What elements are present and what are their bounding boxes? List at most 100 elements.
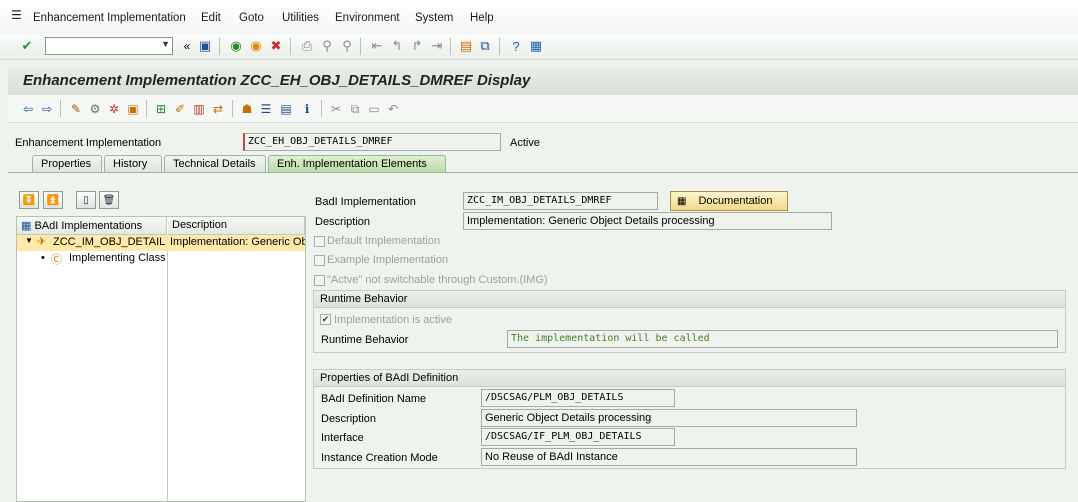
arrow-left-icon[interactable]: ⇦ bbox=[20, 101, 36, 117]
paste-icon[interactable]: ▭ bbox=[366, 101, 382, 117]
default-implementation-checkbox[interactable] bbox=[314, 236, 325, 247]
prev-page-icon[interactable]: ↰ bbox=[388, 37, 406, 55]
back-icon[interactable]: ◉ bbox=[227, 37, 245, 55]
chevron-down-icon[interactable]: ▼ bbox=[161, 39, 170, 49]
definition-description-label: Description bbox=[321, 413, 377, 425]
shortcut-icon[interactable]: ⧉ bbox=[476, 37, 494, 55]
delete-button[interactable]: 🗑 bbox=[99, 191, 119, 209]
create-button[interactable]: ▯ bbox=[76, 191, 96, 209]
menu-enhancement-implementation[interactable]: Enhancement Implementation bbox=[33, 12, 186, 24]
tab-history[interactable]: History bbox=[104, 155, 162, 173]
menu-utilities[interactable]: Utilities bbox=[282, 12, 319, 24]
double-left-icon[interactable]: « bbox=[178, 37, 196, 55]
print-icon[interactable]: ⎙ bbox=[298, 37, 316, 55]
menu-system[interactable]: System bbox=[415, 12, 453, 24]
example-implementation-label: Example Implementation bbox=[327, 254, 449, 266]
tab-technical-details[interactable]: Technical Details bbox=[164, 155, 266, 173]
collapse-all-icon: ⏫ bbox=[46, 194, 60, 206]
documentation-button[interactable]: ▦ Documentation bbox=[670, 191, 788, 211]
align-icon[interactable]: ☰ bbox=[258, 101, 274, 117]
title-bar: Enhancement Implementation ZCC_EH_OBJ_DE… bbox=[8, 67, 1078, 95]
tree-column-header-implementations[interactable]: ▦ BAdI Implementations bbox=[17, 217, 167, 235]
exit-icon[interactable]: ◉ bbox=[247, 37, 265, 55]
tab-properties[interactable]: Properties bbox=[32, 155, 102, 173]
cancel-icon[interactable]: ✖ bbox=[267, 37, 285, 55]
command-field[interactable]: ▼ bbox=[45, 37, 173, 55]
expand-triangle-icon[interactable]: ▼ bbox=[25, 236, 33, 245]
collapse-all-button[interactable]: ⏫ bbox=[43, 191, 63, 209]
table-icon[interactable]: ▤ bbox=[278, 101, 294, 117]
menu-edit[interactable]: Edit bbox=[201, 12, 221, 24]
standard-toolbar: ✔ ▼ « ▣ ◉ ◉ ✖ ⎙ ⚲ ⚲ ⇤ ↰ ↱ ⇥ ▤ ⧉ ? ▦ bbox=[0, 34, 1078, 60]
magic-wand-icon[interactable]: ✐ bbox=[172, 101, 188, 117]
bullet-icon: • bbox=[41, 252, 45, 264]
tree-column-header-description[interactable]: Description bbox=[168, 217, 305, 235]
description-label: Description bbox=[315, 216, 371, 228]
navigation-icon[interactable]: ⇄ bbox=[210, 101, 226, 117]
info-icon[interactable]: ℹ bbox=[299, 101, 315, 117]
last-page-icon[interactable]: ⇥ bbox=[428, 37, 446, 55]
definition-description-field[interactable]: Generic Object Details processing bbox=[481, 409, 857, 427]
page-title: Enhancement Implementation ZCC_EH_OBJ_DE… bbox=[23, 72, 531, 89]
runtime-behavior-label: Runtime Behavior bbox=[321, 334, 409, 346]
expand-all-icon: ⏬ bbox=[22, 194, 36, 206]
enter-icon[interactable]: ✔ bbox=[18, 37, 36, 55]
menu-help[interactable]: Help bbox=[470, 12, 494, 24]
table-icon: ▦ bbox=[21, 220, 32, 232]
application-toolbar: ⇦ ⇨ ✎ ⚙ ✲ ▣ ⊞ ✐ ▥ ⇄ ☗ ☰ ▤ ℹ ✂ ⧉ ▭ ↶ bbox=[8, 95, 1078, 123]
tree-row-badi-implementation[interactable]: ▼ ✈ ZCC_IM_OBJ_DETAILS Implementation: G… bbox=[17, 235, 305, 251]
example-implementation-checkbox[interactable] bbox=[314, 255, 325, 266]
interface-label: Interface bbox=[321, 432, 364, 444]
display-change-icon[interactable]: ✎ bbox=[68, 101, 84, 117]
next-page-icon[interactable]: ↱ bbox=[408, 37, 426, 55]
expand-all-button[interactable]: ⏬ bbox=[19, 191, 39, 209]
object-list-icon[interactable]: ▥ bbox=[191, 101, 207, 117]
activate-icon[interactable]: ▣ bbox=[125, 101, 141, 117]
first-page-icon[interactable]: ⇤ bbox=[368, 37, 386, 55]
arrow-right-icon[interactable]: ⇨ bbox=[39, 101, 55, 117]
document-icon: ▦ bbox=[677, 195, 687, 207]
save-icon[interactable]: ▣ bbox=[196, 37, 214, 55]
not-switchable-checkbox[interactable] bbox=[314, 275, 325, 286]
layout-icon[interactable]: ▦ bbox=[527, 37, 545, 55]
undo-icon[interactable]: ↶ bbox=[385, 101, 401, 117]
new-session-icon[interactable]: ▤ bbox=[457, 37, 475, 55]
other-object-icon[interactable]: ⚙ bbox=[87, 101, 103, 117]
interface-field[interactable]: /DSCSAG/IF_PLM_OBJ_DETAILS bbox=[481, 428, 675, 446]
instance-creation-mode-field[interactable]: No Reuse of BAdI Instance bbox=[481, 448, 857, 466]
description-field[interactable]: Implementation: Generic Object Details p… bbox=[463, 212, 832, 230]
menu-icon[interactable]: ☰ bbox=[11, 8, 22, 22]
badi-implementation-label: BadI Implementation bbox=[315, 196, 416, 208]
enhancement-implementation-field[interactable]: ZCC_EH_OBJ_DETAILS_DMREF bbox=[243, 133, 501, 151]
badi-implementation-field[interactable]: ZCC_IM_OBJ_DETAILS_DMREF bbox=[463, 192, 658, 210]
instance-creation-mode-label: Instance Creation Mode bbox=[321, 452, 438, 464]
tree-row-implementing-class[interactable]: • Ⓒ Implementing Class bbox=[17, 251, 167, 267]
where-used-icon[interactable]: ⊞ bbox=[153, 101, 169, 117]
not-switchable-label: "Actve" not switchable through Custom.(I… bbox=[327, 274, 548, 286]
menu-goto[interactable]: Goto bbox=[239, 12, 264, 24]
tab-enh-implementation-elements[interactable]: Enh. Implementation Elements bbox=[268, 155, 446, 173]
menu-environment[interactable]: Environment bbox=[335, 12, 400, 24]
badi-definition-name-label: BAdI Definition Name bbox=[321, 393, 427, 405]
menubar: ☰ Enhancement Implementation Edit Goto U… bbox=[0, 0, 1078, 34]
airplane-icon: ✈ bbox=[37, 236, 47, 248]
find-next-icon[interactable]: ⚲ bbox=[338, 37, 356, 55]
copy-icon[interactable]: ⧉ bbox=[347, 101, 363, 117]
new-document-icon: ▯ bbox=[83, 194, 89, 206]
cut-icon[interactable]: ✂ bbox=[328, 101, 344, 117]
check-icon[interactable]: ✲ bbox=[106, 101, 122, 117]
class-icon: Ⓒ bbox=[51, 254, 62, 266]
runtime-behavior-title: Runtime Behavior bbox=[314, 291, 1065, 308]
status-text: Active bbox=[510, 137, 540, 149]
enhancement-implementation-label: Enhancement Implementation bbox=[15, 137, 162, 149]
find-icon[interactable]: ⚲ bbox=[318, 37, 336, 55]
badi-definition-title: Properties of BAdI Definition bbox=[314, 370, 1065, 387]
runtime-behavior-field[interactable]: The implementation will be called bbox=[507, 330, 1058, 348]
badi-definition-name-field[interactable]: /DSCSAG/PLM_OBJ_DETAILS bbox=[481, 389, 675, 407]
hierarchy-icon[interactable]: ☗ bbox=[239, 101, 255, 117]
implementation-active-label: Implementation is active bbox=[334, 314, 452, 326]
help-icon[interactable]: ? bbox=[507, 37, 525, 55]
badi-tree: ▦ BAdI Implementations Description ▼ ✈ Z… bbox=[16, 216, 306, 502]
default-implementation-label: Default Implementation bbox=[327, 235, 441, 247]
implementation-active-checkbox[interactable]: ✔ bbox=[320, 314, 331, 325]
